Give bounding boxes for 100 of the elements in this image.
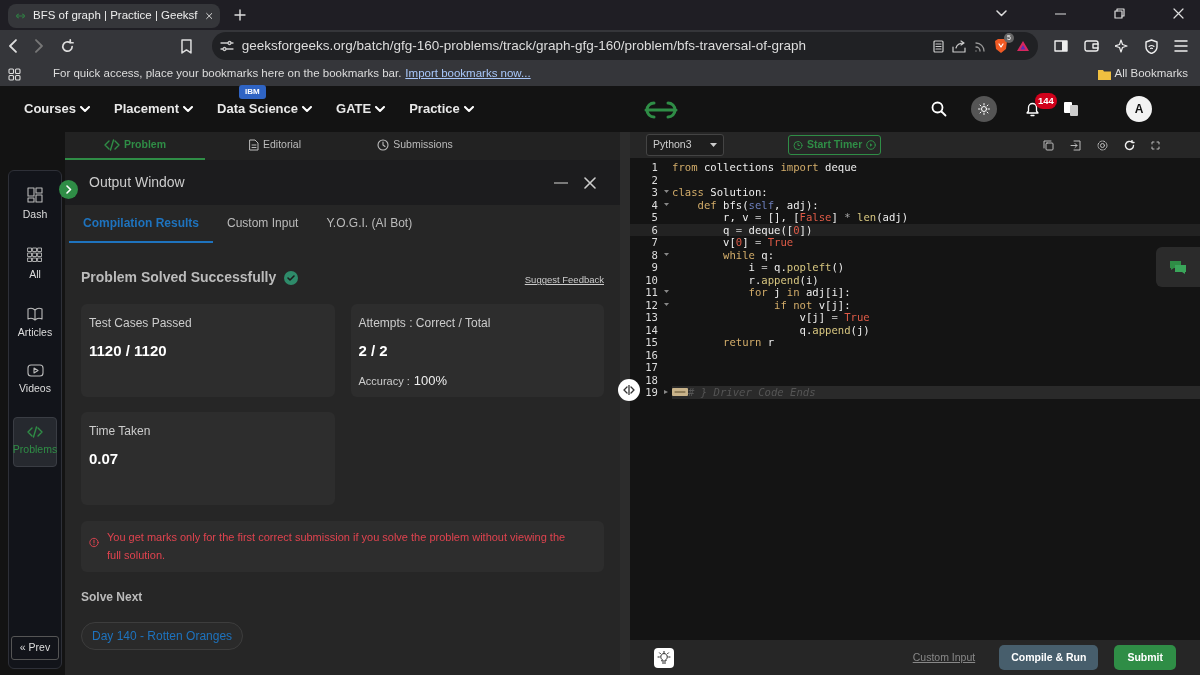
book-icon xyxy=(27,306,43,321)
user-avatar[interactable]: A xyxy=(1126,96,1152,122)
browser-tab[interactable]: BFS of graph | Practice | Geeksf xyxy=(8,4,220,28)
nav-menu-label: Practice xyxy=(409,100,460,119)
settings-icon[interactable] xyxy=(1097,139,1108,151)
share-icon[interactable] xyxy=(952,39,967,53)
fold-icon[interactable] xyxy=(663,190,669,195)
site-logo-icon xyxy=(16,12,26,20)
minimize-icon[interactable] xyxy=(554,181,568,184)
close-icon[interactable] xyxy=(205,11,212,21)
ibm-badge: IBM xyxy=(239,85,266,100)
grid-icon xyxy=(27,246,43,263)
compile-run-button[interactable]: Compile & Run xyxy=(999,644,1099,671)
chevron-down-icon xyxy=(80,105,91,113)
nav-menu[interactable]: GATE xyxy=(336,99,386,119)
reset-icon[interactable] xyxy=(1124,139,1135,151)
start-timer-button[interactable]: Start Timer xyxy=(788,135,882,155)
sidebar-item[interactable]: All xyxy=(13,238,57,291)
chevron-down-icon xyxy=(302,105,312,113)
fold-icon[interactable] xyxy=(663,302,669,307)
sidebar-item[interactable]: Dash xyxy=(13,179,57,231)
sidebar-item[interactable]: Videos xyxy=(13,356,57,405)
rss-icon[interactable] xyxy=(975,40,986,52)
line-number: 10 xyxy=(644,273,659,286)
notification-badge: 144 xyxy=(1035,92,1057,109)
fullscreen-icon[interactable] xyxy=(1151,140,1160,150)
language-select[interactable]: Python3 xyxy=(646,134,724,156)
problem-tab[interactable]: Editorial xyxy=(205,132,345,160)
fold-icon[interactable] xyxy=(663,290,669,295)
folder-icon[interactable] xyxy=(1097,68,1111,80)
chevron-down-icon xyxy=(463,105,474,113)
triangle-icon[interactable] xyxy=(1016,40,1030,52)
code-line: while q: xyxy=(722,248,775,261)
line-number: 1 xyxy=(650,161,659,174)
line-number: 5 xyxy=(650,211,659,224)
all-bookmarks-link[interactable]: All Bookmarks xyxy=(1114,65,1188,83)
feedback-link[interactable]: Suggest Feedback xyxy=(524,273,604,288)
copy-icon[interactable] xyxy=(1043,139,1054,151)
reader-icon[interactable] xyxy=(933,39,944,53)
sidebar-item[interactable]: Problems xyxy=(13,417,57,467)
prev-button[interactable]: « Prev xyxy=(10,636,60,660)
code-line: from collections import deque xyxy=(672,161,857,174)
nav-menu-label: Courses xyxy=(24,100,77,119)
line-number: 9 xyxy=(650,261,659,274)
apps-icon[interactable] xyxy=(8,67,21,81)
menu-icon[interactable] xyxy=(1174,40,1188,52)
output-tab[interactable]: Custom Input xyxy=(213,205,313,243)
line-number: 17 xyxy=(644,361,659,374)
close-icon[interactable] xyxy=(584,176,596,189)
sparkle-icon[interactable] xyxy=(1115,39,1129,53)
theme-toggle[interactable] xyxy=(971,96,997,122)
nav-menu[interactable]: Data Science xyxy=(217,99,312,119)
bookmarks-hint: For quick access, place your bookmarks here on the bookmarks bar. xyxy=(53,66,402,82)
chevron-down-icon xyxy=(375,105,386,113)
fold-marker-icon[interactable] xyxy=(672,388,688,396)
window-title: Output Window xyxy=(89,173,185,192)
back-icon[interactable] xyxy=(8,39,18,53)
fold-closed-icon[interactable] xyxy=(663,390,669,395)
search-icon[interactable] xyxy=(931,101,947,117)
chevron-right-icon xyxy=(65,185,72,194)
status-heading: Problem Solved Successfully xyxy=(81,268,277,287)
fold-icon[interactable] xyxy=(663,202,669,207)
line-number: 18 xyxy=(644,373,659,386)
line-number: 2 xyxy=(650,173,659,186)
reload-icon[interactable] xyxy=(59,38,75,54)
dashboard-icon xyxy=(27,187,43,203)
hint-button[interactable] xyxy=(654,647,674,668)
restore-icon[interactable] xyxy=(1114,8,1125,19)
bookmark-icon[interactable] xyxy=(180,38,192,54)
sidebar-icon[interactable] xyxy=(1054,40,1068,52)
close-icon[interactable] xyxy=(1173,8,1184,19)
wallet-icon[interactable] xyxy=(1084,40,1099,52)
submit-button[interactable]: Submit xyxy=(1114,644,1176,671)
chevron-down-icon[interactable] xyxy=(996,10,1007,17)
code-line: def bfs(self, adj): xyxy=(696,198,819,211)
lightbulb-icon xyxy=(657,650,671,665)
code-icon xyxy=(104,139,120,151)
chevron-down-icon xyxy=(183,105,194,113)
nav-menu[interactable]: Practice xyxy=(409,99,474,119)
nav-menu-label: Data Science xyxy=(217,100,298,119)
nav-menu[interactable]: Courses xyxy=(24,99,91,119)
custom-input-link[interactable]: Custom Input xyxy=(912,649,976,666)
vpn-shield-icon[interactable] xyxy=(1145,38,1158,54)
site-logo-icon xyxy=(643,99,678,119)
fold-icon[interactable] xyxy=(663,252,669,257)
output-tab[interactable]: Y.O.G.I. (AI Bot) xyxy=(312,205,427,243)
new-tab-icon[interactable] xyxy=(234,9,246,21)
line-number: 19 xyxy=(644,386,659,399)
sidebar-item[interactable]: Articles xyxy=(13,298,57,349)
import-bookmarks-link[interactable]: Import bookmarks now... xyxy=(405,65,531,83)
problem-tab[interactable]: Submissions xyxy=(345,132,485,160)
bell-icon[interactable] xyxy=(1025,100,1040,118)
notice-text: You get marks only for the first correct submission if you solve the problem without viewing the full solution. xyxy=(107,530,567,563)
line-number: 4 xyxy=(650,198,659,211)
nav-menu[interactable]: Placement xyxy=(114,99,194,119)
line-number: 12 xyxy=(644,298,659,311)
chat-button[interactable] xyxy=(1156,247,1200,287)
forward-icon[interactable] xyxy=(33,39,44,53)
import-icon[interactable] xyxy=(1070,139,1081,151)
stat-value: 1120 / 1120 xyxy=(89,341,168,361)
